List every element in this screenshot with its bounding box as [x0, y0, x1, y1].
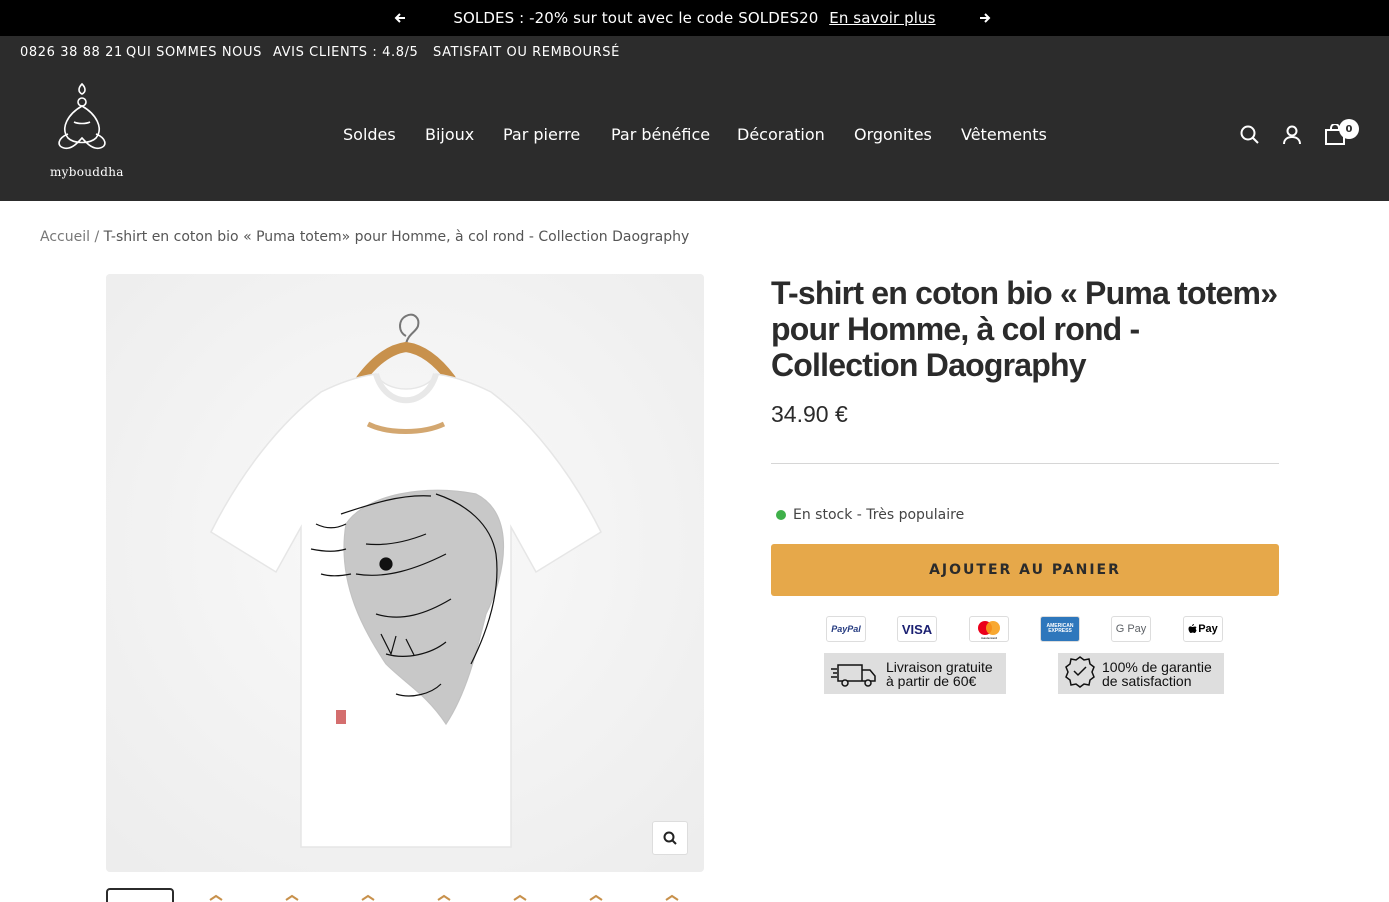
reviews-link[interactable]: AVIS CLIENTS : 4.8/5: [273, 45, 418, 60]
thumbnail[interactable]: [182, 888, 250, 902]
thumbnail[interactable]: [562, 888, 630, 902]
zoom-button[interactable]: [652, 821, 688, 855]
mastercard-icon: mastercard: [969, 616, 1009, 642]
logo-text: mybouddha: [50, 165, 124, 179]
add-to-cart-button[interactable]: AJOUTER AU PANIER: [771, 544, 1279, 596]
site-header: 0826 38 88 21 QUI SOMMES NOUS AVIS CLIEN…: [0, 36, 1389, 201]
product-image[interactable]: [106, 274, 704, 872]
thumbnail[interactable]: [258, 888, 326, 902]
nav-item-vetements[interactable]: Vêtements: [961, 125, 1047, 144]
truck-icon: [831, 663, 876, 687]
nav-item-bijoux[interactable]: Bijoux: [425, 125, 474, 144]
breadcrumb-home[interactable]: Accueil: [40, 229, 90, 245]
free-shipping-badge: Livraison gratuite à partir de 60€: [824, 653, 1006, 694]
nav-item-par-pierre[interactable]: Par pierre: [503, 125, 580, 144]
announcement-text: SOLDES : -20% sur tout avec le code SOLD…: [453, 9, 819, 27]
free-shipping-text: Livraison gratuite à partir de 60€: [886, 660, 993, 688]
announcement-message: SOLDES : -20% sur tout avec le code SOLD…: [0, 9, 1389, 27]
stock-status: En stock - Très populaire: [776, 507, 964, 523]
thumbnail[interactable]: [334, 888, 402, 902]
announcement-bar: SOLDES : -20% sur tout avec le code SOLD…: [0, 0, 1389, 36]
thumbnail[interactable]: [410, 888, 478, 902]
nav-item-decoration[interactable]: Décoration: [737, 125, 825, 144]
thumbnail[interactable]: [638, 888, 704, 902]
breadcrumb-current: T-shirt en coton bio « Puma totem» pour …: [103, 229, 690, 245]
breadcrumb: Accueil / T-shirt en coton bio « Puma to…: [40, 229, 689, 245]
announcement-next-button[interactable]: [975, 8, 995, 28]
product-title: T-shirt en coton bio « Puma totem» pour …: [771, 275, 1278, 383]
announcement-link[interactable]: En savoir plus: [829, 9, 935, 27]
apple-pay-label: Pay: [1198, 623, 1218, 635]
about-link[interactable]: QUI SOMMES NOUS: [126, 45, 262, 60]
zoom-icon: [663, 831, 677, 845]
nav-item-soldes[interactable]: Soldes: [343, 125, 396, 144]
arrow-right-icon: [980, 13, 991, 23]
free-shipping-line-2: à partir de 60€: [886, 672, 977, 689]
free-shipping-line-1: Livraison gratuite: [886, 658, 993, 675]
satisfaction-line-2: de satisfaction: [1102, 672, 1192, 689]
product-price: 34.90 €: [771, 401, 848, 427]
tshirt-image: [106, 274, 704, 872]
account-icon[interactable]: [1281, 124, 1303, 146]
nav-item-orgonites[interactable]: Orgonites: [854, 125, 932, 144]
nav-item-par-benefice[interactable]: Par bénéfice: [611, 125, 710, 144]
stock-text: En stock - Très populaire: [793, 507, 965, 523]
stock-dot-icon: [776, 510, 786, 520]
paypal-icon: PayPal: [826, 616, 866, 642]
phone-link[interactable]: 0826 38 88 21: [20, 45, 123, 60]
visa-label: VISA: [901, 621, 933, 637]
breadcrumb-separator: /: [94, 229, 100, 245]
amex-icon: AMERICAN EXPRESS: [1040, 616, 1080, 642]
satisfaction-line-1: 100% de garantie: [1102, 658, 1212, 675]
cart-count-badge: 0: [1339, 119, 1359, 139]
apple-icon: [1188, 623, 1197, 633]
divider: [771, 463, 1279, 464]
thumbnail-strip: [106, 886, 704, 902]
google-pay-icon: G Pay: [1111, 616, 1151, 642]
satisfaction-badge: 100% de garantie de satisfaction: [1058, 653, 1224, 694]
mastercard-label: mastercard: [980, 636, 998, 640]
visa-icon: VISA: [897, 616, 937, 642]
guarantee-link[interactable]: SATISFAIT OU REMBOURSÉ: [433, 45, 620, 60]
apple-pay-icon: Pay: [1183, 616, 1223, 642]
thumbnail[interactable]: [106, 888, 174, 902]
search-icon[interactable]: [1239, 124, 1261, 146]
ribbon-check-icon: [1065, 655, 1095, 688]
satisfaction-text: 100% de garantie de satisfaction: [1102, 660, 1212, 688]
thumbnail[interactable]: [486, 888, 554, 902]
